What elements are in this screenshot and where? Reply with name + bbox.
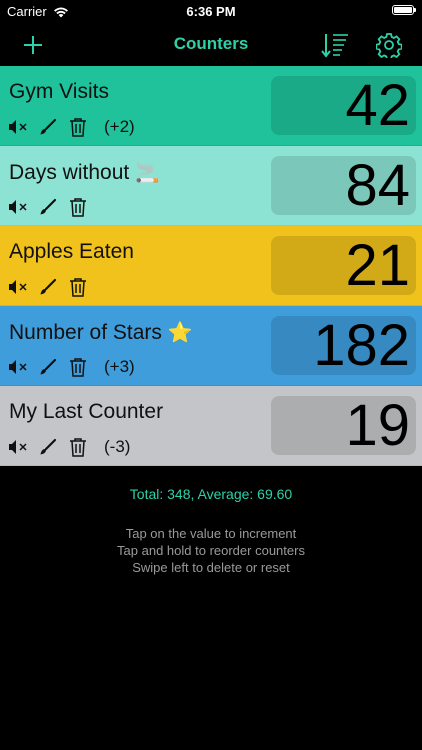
sort-button[interactable] — [320, 30, 350, 60]
counter-delta: (+2) — [104, 117, 135, 136]
usage-hints: Tap on the value to increment Tap and ho… — [0, 525, 422, 576]
trash-icon[interactable] — [68, 277, 88, 297]
counter-name: Apples Eaten — [9, 240, 134, 263]
battery-icon — [392, 5, 416, 15]
trash-icon[interactable] — [68, 117, 88, 137]
counter-name: Gym Visits — [9, 80, 109, 103]
brush-icon[interactable] — [38, 437, 58, 457]
counter-name: Number of Stars ⭐ — [9, 320, 193, 344]
counter-row[interactable]: Days without 🚬 84 — [0, 146, 422, 226]
counter-row[interactable]: Apples Eaten 21 — [0, 226, 422, 306]
trash-icon[interactable] — [68, 197, 88, 217]
brush-icon[interactable] — [38, 117, 58, 137]
status-time: 6:36 PM — [186, 4, 236, 19]
counter-actions: (+3) — [8, 356, 135, 378]
counter-name: Days without 🚬 — [9, 160, 160, 184]
counter-value-button[interactable]: 21 — [271, 236, 416, 295]
counter-name: My Last Counter — [9, 400, 164, 423]
counter-actions — [8, 276, 104, 298]
counter-value-button[interactable]: 84 — [271, 156, 416, 215]
totals-summary: Total: 348, Average: 69.60 — [129, 486, 293, 502]
counter-value-button[interactable]: 19 — [271, 396, 416, 455]
trash-icon[interactable] — [68, 357, 88, 377]
counter-actions: (-3) — [8, 436, 130, 458]
gear-icon — [376, 33, 402, 58]
settings-button[interactable] — [374, 30, 404, 60]
counter-actions — [8, 196, 104, 218]
trash-icon[interactable] — [68, 437, 88, 457]
counter-value-button[interactable]: 182 — [271, 316, 416, 375]
sort-icon — [321, 34, 348, 58]
mute-icon[interactable] — [8, 357, 28, 377]
star-icon: ⭐ — [167, 320, 193, 344]
counter-value-button[interactable]: 42 — [271, 76, 416, 135]
hint-line: Tap on the value to increment — [125, 526, 297, 541]
brush-icon[interactable] — [38, 277, 58, 297]
counter-actions: (+2) — [8, 116, 135, 138]
status-bar: Carrier 6:36 PM — [0, 0, 422, 22]
counter-delta: (-3) — [104, 437, 131, 456]
cigarette-icon: 🚬 — [135, 160, 160, 184]
mute-icon[interactable] — [8, 437, 28, 457]
page-title: Counters — [173, 34, 249, 53]
counter-delta: (+3) — [104, 357, 135, 376]
counter-list: Gym Visits (+2) 42 Days without 🚬 84 App… — [0, 66, 422, 466]
counter-row[interactable]: My Last Counter (-3) 19 — [0, 386, 422, 466]
counter-row[interactable]: Gym Visits (+2) 42 — [0, 66, 422, 146]
brush-icon[interactable] — [38, 197, 58, 217]
counter-row[interactable]: Number of Stars ⭐ (+3) 182 — [0, 306, 422, 386]
mute-icon[interactable] — [8, 277, 28, 297]
nav-bar: Counters — [0, 22, 422, 66]
mute-icon[interactable] — [8, 117, 28, 137]
hint-line: Swipe left to delete or reset — [132, 560, 290, 575]
hint-line: Tap and hold to reorder counters — [117, 543, 305, 558]
brush-icon[interactable] — [38, 357, 58, 377]
mute-icon[interactable] — [8, 197, 28, 217]
